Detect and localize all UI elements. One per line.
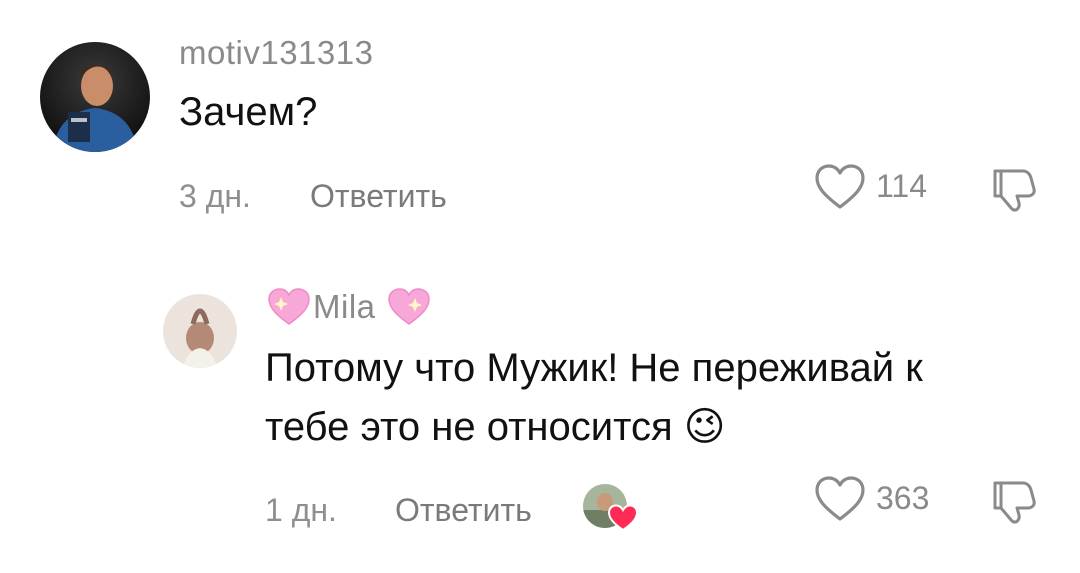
sparkling-heart-icon xyxy=(266,286,312,328)
comment-username[interactable]: motiv131313 xyxy=(179,34,373,72)
comment-timestamp: 3 дн. xyxy=(179,178,251,214)
reply-button[interactable]: Ответить xyxy=(395,492,532,529)
comment-text: Зачем? xyxy=(179,90,318,134)
comment-text-line: Потому что Мужик! Не переживай к xyxy=(265,346,923,390)
like-count: 363 xyxy=(876,480,930,516)
avatar[interactable] xyxy=(40,42,150,152)
reply-button[interactable]: Ответить xyxy=(310,178,447,215)
comment-text-line: тебе это не относится 😉 xyxy=(265,397,725,457)
thumbs-down-icon[interactable] xyxy=(987,163,1039,215)
thumbs-down-icon[interactable] xyxy=(987,475,1039,527)
heart-outline-icon[interactable] xyxy=(814,475,866,523)
comment-username[interactable]: Mila xyxy=(313,288,376,326)
reply-comment: Mila Потому что Мужик! Не переживай к те… xyxy=(0,250,1080,573)
sparkling-heart-icon xyxy=(386,286,432,328)
comment-timestamp: 1 дн. xyxy=(265,492,337,528)
like-count: 114 xyxy=(876,168,928,204)
heart-outline-icon[interactable] xyxy=(814,163,866,211)
avatar[interactable] xyxy=(163,294,237,368)
comment-text: тебе это не относится xyxy=(265,405,673,449)
winking-face-emoji: 😉 xyxy=(683,405,726,449)
comment: motiv131313 Зачем? 3 дн. Ответить 114 xyxy=(0,0,1080,250)
heart-filled-icon xyxy=(608,504,638,532)
